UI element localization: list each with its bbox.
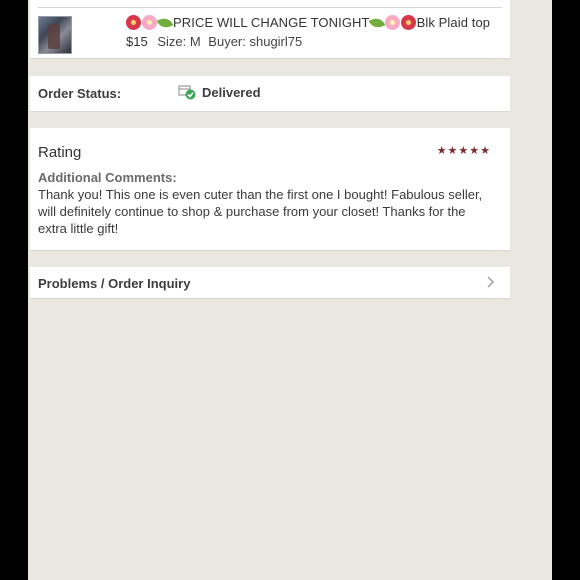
problems-order-inquiry-row[interactable]: Problems / Order Inquiry	[30, 267, 510, 299]
order-status-card: Order Status: Delivered	[30, 76, 510, 112]
cherry-blossom-emoji-icon	[142, 15, 157, 30]
additional-comments-text: Thank you! This one is even cuter than t…	[38, 187, 483, 236]
item-title-suffix: Blk Plaid top	[416, 15, 491, 30]
order-details-screen: PRICE WILL CHANGE TONIGHT Blk Plaid top $…	[28, 0, 552, 580]
hibiscus-emoji-icon	[400, 15, 416, 30]
chevron-right-icon	[487, 276, 495, 288]
item-buyer: Buyer: shugirl75	[208, 34, 303, 49]
rating-title: Rating	[38, 144, 82, 161]
cherry-blossom-emoji-icon	[384, 15, 400, 30]
leaf-emoji-icon	[368, 15, 385, 31]
order-status-value: Delivered	[202, 85, 261, 100]
item-thumbnail[interactable]	[38, 16, 72, 54]
delivered-box-check-icon	[178, 85, 196, 100]
star-rating: ★★★★★	[436, 145, 491, 157]
hibiscus-emoji-icon	[126, 15, 141, 30]
order-status-label: Order Status:	[38, 86, 122, 101]
item-title: PRICE WILL CHANGE TONIGHT Blk Plaid top	[126, 15, 491, 31]
item-card[interactable]: PRICE WILL CHANGE TONIGHT Blk Plaid top $…	[30, 0, 510, 59]
leaf-emoji-icon	[156, 15, 174, 31]
divider	[38, 7, 502, 8]
rating-card: Rating ★★★★★ Additional Comments: Thank …	[30, 128, 510, 251]
item-price: $15	[126, 34, 148, 49]
item-size: Size: M	[157, 34, 201, 49]
problems-order-inquiry-label: Problems / Order Inquiry	[38, 276, 191, 291]
item-meta: $15 Size: M Buyer: shugirl75	[126, 34, 302, 49]
item-title-text: PRICE WILL CHANGE TONIGHT	[173, 15, 370, 30]
additional-comments-label: Additional Comments:	[38, 170, 177, 185]
